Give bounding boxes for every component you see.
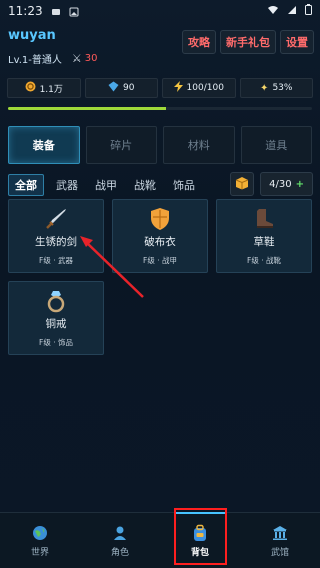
- level-label: Lv.1-普通人: [8, 55, 62, 66]
- tab-props[interactable]: 道具: [240, 126, 312, 164]
- nav-label: 背包: [190, 547, 209, 558]
- backpack-icon: [191, 524, 209, 542]
- signal-icon: [287, 4, 297, 18]
- gem-icon: [108, 81, 119, 95]
- guide-button[interactable]: 攻略: [182, 30, 216, 54]
- status-bar: 11:23: [0, 0, 320, 22]
- nav-character[interactable]: 角色: [80, 513, 160, 568]
- exp-progress-bar: [8, 107, 312, 110]
- nav-label: 世界: [30, 547, 49, 558]
- open-box-button[interactable]: [230, 172, 255, 196]
- combat-power-value: 30: [84, 53, 98, 64]
- profile-header: wuyan Lv.1-普通人 ⚔ 30 攻略 新手礼包 设置: [0, 22, 320, 68]
- resource-stats: 1.1万 90 100/100 ✦ 53%: [0, 78, 320, 98]
- item-name: 铜戒: [45, 318, 67, 330]
- stat-gold-value: 1.1万: [39, 84, 63, 95]
- item-meta: F级 · 武器: [39, 256, 73, 265]
- newbie-gift-button[interactable]: 新手礼包: [220, 30, 276, 54]
- stat-progress: ✦ 53%: [239, 78, 313, 98]
- temple-icon: [272, 524, 288, 542]
- nav-dojo[interactable]: 武馆: [240, 513, 320, 568]
- capacity-value: 4/30: [269, 178, 292, 190]
- stat-progress-value: 53%: [272, 83, 293, 93]
- capacity-indicator[interactable]: 4/30 +: [260, 172, 313, 196]
- image-icon: [69, 6, 79, 17]
- stat-gem: 90: [84, 78, 158, 98]
- filter-all[interactable]: 全部: [8, 174, 44, 196]
- globe-icon: [32, 524, 48, 542]
- bottom-navigation: 世界 角色 背包 武馆: [0, 512, 320, 568]
- coin-icon: [25, 81, 36, 95]
- clock: 11:23: [8, 4, 43, 18]
- item-name: 草鞋: [253, 236, 275, 248]
- inventory-tabs: 装备 碎片 材料 道具: [0, 126, 320, 164]
- energy-icon: [173, 81, 183, 95]
- combat-power: ⚔ 30: [72, 52, 98, 65]
- wifi-icon: [267, 4, 279, 18]
- sword-icon: [43, 206, 69, 232]
- stat-gem-value: 90: [123, 83, 135, 93]
- person-icon: [112, 524, 128, 542]
- boot-icon: [251, 206, 277, 232]
- item-card-cloth-armor[interactable]: 破布衣 F级 · 战甲: [112, 199, 208, 273]
- crossed-swords-icon: ⚔: [71, 52, 82, 65]
- stat-energy: 100/100: [162, 78, 236, 98]
- shield-icon: [147, 206, 173, 232]
- capacity-plus[interactable]: +: [296, 179, 304, 190]
- item-card-rusty-sword[interactable]: 生锈的剑 F级 · 武器: [8, 199, 104, 273]
- filter-weapon[interactable]: 武器: [56, 177, 78, 193]
- sparkle-icon: ✦: [260, 82, 269, 94]
- item-meta: F级 · 战甲: [143, 256, 177, 265]
- filter-accessory[interactable]: 饰品: [173, 177, 195, 193]
- filter-bar: 全部 武器 战甲 战靴 饰品 4/30 +: [0, 172, 320, 196]
- item-meta: F级 · 饰品: [39, 338, 73, 347]
- item-card-copper-ring[interactable]: 铜戒 F级 · 饰品: [8, 281, 104, 355]
- nav-world[interactable]: 世界: [0, 513, 80, 568]
- tab-equipment[interactable]: 装备: [8, 126, 80, 164]
- nav-label: 武馆: [270, 547, 289, 558]
- filter-armor[interactable]: 战甲: [95, 177, 117, 193]
- item-name: 破布衣: [144, 236, 176, 248]
- stat-energy-value: 100/100: [186, 83, 224, 93]
- item-card-straw-sandals[interactable]: 草鞋 F级 · 战靴: [216, 199, 312, 273]
- nav-backpack[interactable]: 背包: [160, 512, 240, 568]
- notification-icon: [51, 6, 61, 16]
- stat-gold: 1.1万: [7, 78, 81, 98]
- nav-label: 角色: [110, 547, 129, 558]
- item-name: 生锈的剑: [35, 236, 77, 248]
- tab-materials[interactable]: 材料: [163, 126, 235, 164]
- settings-button[interactable]: 设置: [280, 30, 314, 54]
- ring-icon: [43, 288, 69, 314]
- tab-fragments[interactable]: 碎片: [85, 126, 157, 164]
- filter-boots[interactable]: 战靴: [134, 177, 156, 193]
- box-icon: [235, 175, 249, 194]
- item-meta: F级 · 战靴: [247, 256, 281, 265]
- battery-icon: [305, 4, 312, 18]
- top-button-group: 攻略 新手礼包 设置: [182, 30, 314, 54]
- exp-progress-fill: [8, 107, 167, 110]
